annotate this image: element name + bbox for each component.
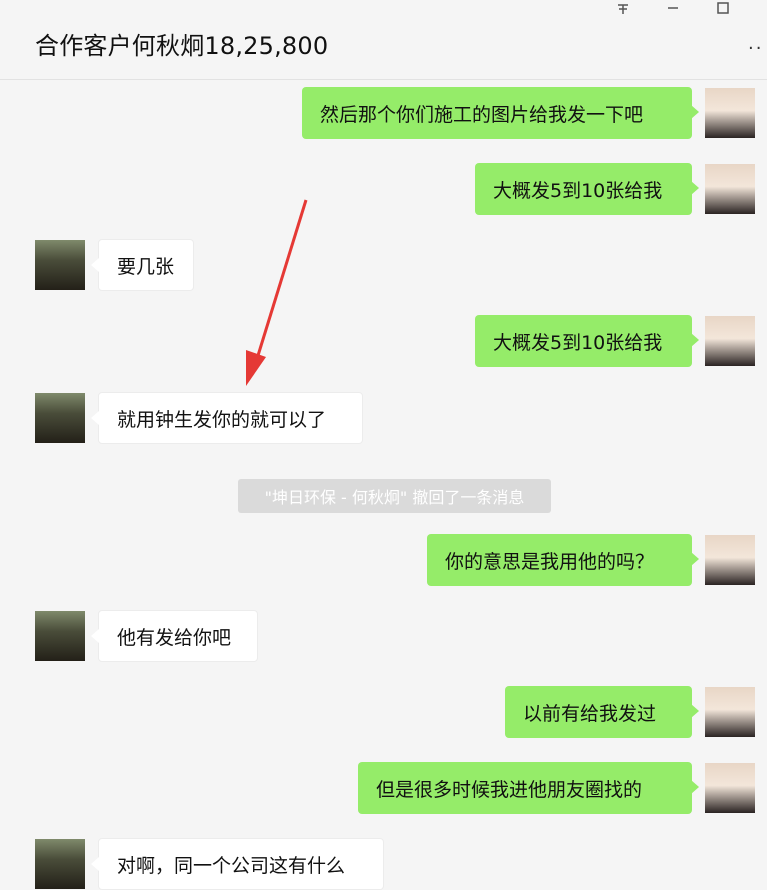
annotation-arrow-shaft xyxy=(254,199,308,363)
annotation-arrow-head xyxy=(246,350,266,386)
annotation-arrow xyxy=(246,199,308,386)
